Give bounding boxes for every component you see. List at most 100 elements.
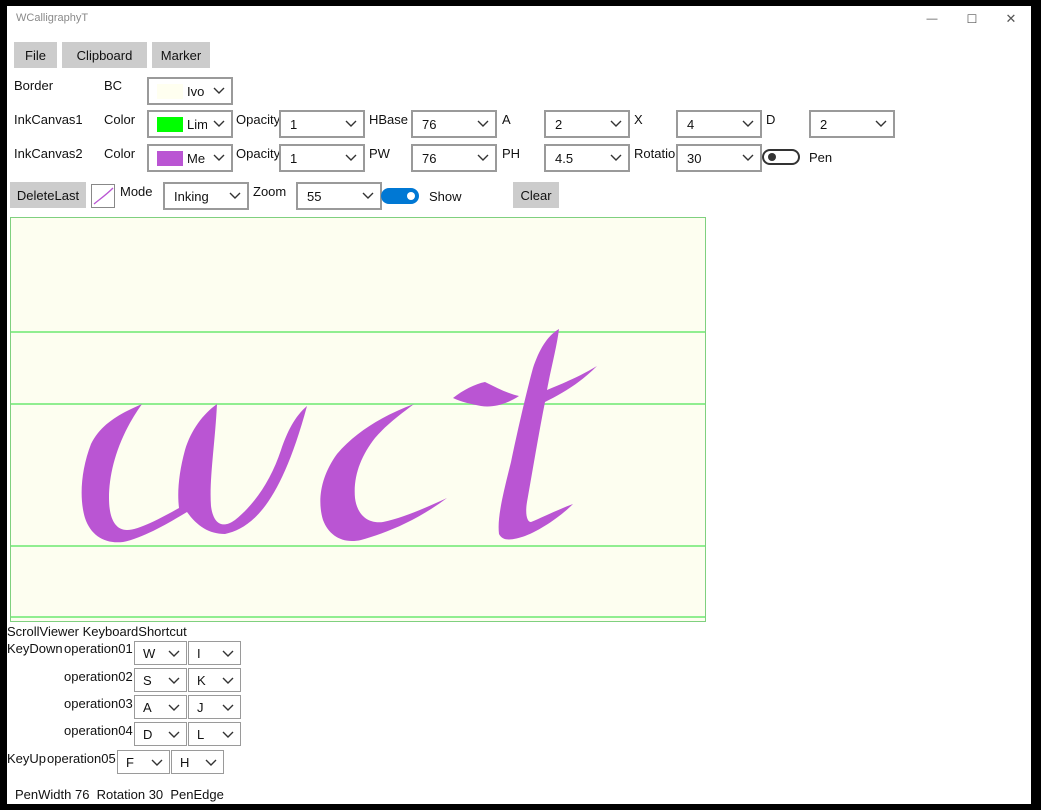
clipboard-button[interactable]: Clipboard <box>62 42 147 68</box>
chevron-down-icon <box>229 192 241 199</box>
pen-toggle-knob <box>768 153 776 161</box>
zoom-combo[interactable]: 55 <box>296 182 382 210</box>
ph-value: 4.5 <box>555 151 574 166</box>
operation05-label: operation05 <box>47 751 116 766</box>
operation02-key2-value: K <box>197 673 206 688</box>
marker-button[interactable]: Marker <box>152 42 210 68</box>
a-label: A <box>502 112 511 127</box>
operation01-key1-value: W <box>143 646 156 661</box>
operation03-key2-combo[interactable]: J <box>188 695 241 719</box>
ink2-color-swatch <box>157 151 183 166</box>
chevron-down-icon <box>610 120 622 127</box>
ink2-opacity-combo[interactable]: 1 <box>279 144 365 172</box>
keyup-label: KeyUp <box>7 751 47 766</box>
ink2-color-combo[interactable]: Me <box>147 144 233 172</box>
chevron-down-icon <box>345 154 357 161</box>
maximize-icon: ☐ <box>966 12 978 26</box>
operation04-key2-combo[interactable]: L <box>188 722 241 746</box>
calligraphy-ink-strokes <box>81 329 597 543</box>
operation03-key1-combo[interactable]: A <box>134 695 187 719</box>
chevron-down-icon <box>477 154 489 161</box>
chevron-down-icon <box>168 731 180 738</box>
a-combo[interactable]: 2 <box>544 110 630 138</box>
mode-label: Mode <box>120 184 153 199</box>
operation04-key2-value: L <box>197 727 205 742</box>
app-window: WCalligraphyT — ☐ ✕ File Clipboard Marke… <box>7 6 1031 804</box>
ink-canvas[interactable] <box>10 217 706 622</box>
operation02-key1-combo[interactable]: S <box>134 668 187 692</box>
mode-value: Inking <box>174 189 209 204</box>
file-button[interactable]: File <box>14 42 57 68</box>
status-text: PenWidth 76 Rotation 30 PenEdge <box>15 787 224 802</box>
close-button[interactable]: ✕ <box>996 6 1026 32</box>
minimize-icon: — <box>926 13 938 25</box>
operation04-key1-value: D <box>143 727 153 742</box>
ink-stroke-c <box>320 404 447 542</box>
operation03-key1-value: A <box>143 700 152 715</box>
mode-combo[interactable]: Inking <box>163 182 249 210</box>
chevron-down-icon <box>213 120 225 127</box>
chevron-down-icon <box>151 759 163 766</box>
operation02-label: operation02 <box>64 669 133 684</box>
chevron-down-icon <box>477 120 489 127</box>
operation02-key1-value: S <box>143 673 152 688</box>
pw-value: 76 <box>422 151 437 166</box>
chevron-down-icon <box>213 154 225 161</box>
d-value: 2 <box>820 117 828 132</box>
ink1-opacity-combo[interactable]: 1 <box>279 110 365 138</box>
ink1-color-swatch <box>157 117 183 132</box>
ink-stroke-t <box>453 329 597 540</box>
operation04-key1-combo[interactable]: D <box>134 722 187 746</box>
clear-button[interactable]: Clear <box>513 182 559 208</box>
bc-color-value: Ivo <box>187 84 205 99</box>
close-icon: ✕ <box>1005 11 1017 26</box>
x-combo[interactable]: 4 <box>676 110 762 138</box>
ink1-color-label: Color <box>104 112 136 127</box>
x-label: X <box>634 112 643 127</box>
chevron-down-icon <box>742 120 754 127</box>
inkcanvas1-label: InkCanvas1 <box>14 112 83 127</box>
chevron-down-icon <box>362 192 374 199</box>
ink2-color-value: Me <box>187 151 206 166</box>
delete-last-button[interactable]: DeleteLast <box>10 182 86 208</box>
minimize-button[interactable]: — <box>917 6 947 32</box>
bc-color-swatch <box>157 84 183 99</box>
ink2-color-label: Color <box>104 146 136 161</box>
pen-toggle[interactable] <box>762 149 800 165</box>
operation05-key2-value: H <box>180 755 190 770</box>
ink1-color-value: Lim <box>187 117 207 132</box>
bc-label: BC <box>104 78 123 93</box>
pw-combo[interactable]: 76 <box>411 144 497 172</box>
ph-combo[interactable]: 4.5 <box>544 144 630 172</box>
ink1-color-combo[interactable]: Lim <box>147 110 233 138</box>
operation02-key2-combo[interactable]: K <box>188 668 241 692</box>
hbase-combo[interactable]: 76 <box>411 110 497 138</box>
shortcut-header: ScrollViewer KeyboardShortcut <box>7 624 187 639</box>
border-label: Border <box>14 78 54 93</box>
pen-stroke-icon[interactable] <box>91 184 115 208</box>
ink2-opacity-value: 1 <box>290 151 298 166</box>
inkcanvas2-label: InkCanvas2 <box>14 146 83 161</box>
operation05-key1-combo[interactable]: F <box>117 750 170 774</box>
bc-color-combo[interactable]: Ivo <box>147 77 233 105</box>
operation03-label: operation03 <box>64 696 133 711</box>
show-label: Show <box>429 189 462 204</box>
x-value: 4 <box>687 117 695 132</box>
chevron-down-icon <box>213 87 225 94</box>
chevron-down-icon <box>875 120 887 127</box>
ink-stroke-w <box>81 404 307 543</box>
chevron-down-icon <box>222 731 234 738</box>
maximize-button[interactable]: ☐ <box>957 6 987 32</box>
rotation-value: 30 <box>687 151 702 166</box>
a-value: 2 <box>555 117 563 132</box>
show-toggle[interactable] <box>381 188 419 204</box>
chevron-down-icon <box>610 154 622 161</box>
ink2-opacity-label: Opacity <box>236 146 281 161</box>
show-toggle-knob <box>407 192 415 200</box>
operation01-key2-value: I <box>197 646 201 661</box>
rotation-combo[interactable]: 30 <box>676 144 762 172</box>
operation01-key2-combo[interactable]: I <box>188 641 241 665</box>
d-combo[interactable]: 2 <box>809 110 895 138</box>
operation05-key2-combo[interactable]: H <box>171 750 224 774</box>
operation01-key1-combo[interactable]: W <box>134 641 187 665</box>
